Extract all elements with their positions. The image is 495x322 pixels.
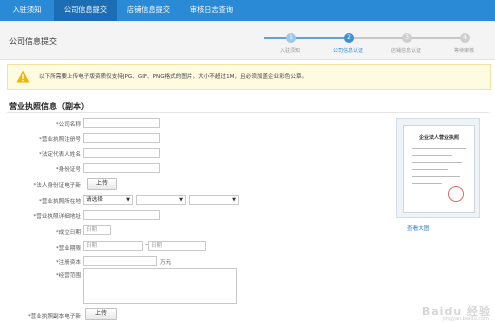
- step-1-marker: 1: [286, 33, 296, 43]
- tab-entry-notice[interactable]: 入驻须知: [0, 0, 54, 21]
- province-select-value: 请选择: [86, 197, 103, 203]
- chevron-down-icon: ▼: [179, 197, 183, 203]
- registered-capital-input[interactable]: [83, 256, 157, 266]
- established-date-input[interactable]: 日期: [83, 225, 111, 235]
- page-title: 公司信息提交: [9, 37, 57, 46]
- registered-capital-label: *注册资本: [55, 260, 81, 266]
- certificate-line: [412, 176, 460, 177]
- section-divider: [7, 112, 489, 113]
- certificate-line: [412, 148, 466, 149]
- legal-rep-input[interactable]: [83, 148, 160, 158]
- license-address-input[interactable]: [83, 210, 160, 220]
- certificate-line: [412, 183, 442, 184]
- step-3-label: 店铺信息认证: [391, 48, 422, 54]
- step-2-label: 公司信息认证: [333, 48, 364, 54]
- capital-unit: 万元: [160, 260, 172, 266]
- city-select[interactable]: ▼: [136, 195, 186, 205]
- license-sample-image[interactable]: 企业法人营业执照: [396, 118, 480, 218]
- certificate-title: 企业法人营业执照: [418, 135, 459, 141]
- upload-notice: 以下所需要上传电子版资质仅支持JPG、GIF、PNG格式的图片，大小不超过1M，…: [7, 64, 491, 90]
- license-location-label: *营业执照所在地: [39, 199, 81, 205]
- chevron-down-icon: ▼: [126, 197, 130, 203]
- section-title: 营业执照信息（副本）: [9, 102, 89, 111]
- term-end-input[interactable]: 日期: [148, 241, 206, 251]
- license-number-input[interactable]: [83, 133, 160, 143]
- id-number-input[interactable]: [83, 163, 160, 173]
- district-select[interactable]: ▼: [189, 195, 239, 205]
- seal-stamp: [448, 186, 464, 202]
- established-date-label: *成立日期: [55, 230, 81, 236]
- tab-store-info[interactable]: 店铺信息提交: [117, 0, 180, 21]
- company-name-label: *公司名称: [55, 122, 81, 128]
- business-scope-textarea[interactable]: [83, 268, 237, 304]
- warning-icon: [16, 70, 30, 83]
- certificate-line: [412, 155, 452, 156]
- license-copy-upload-button[interactable]: 上传: [85, 308, 117, 320]
- id-number-label: *身份证号: [55, 167, 81, 173]
- notice-text: 以下所需要上传电子版资质仅支持JPG、GIF、PNG格式的图片，大小不超过1M，…: [39, 74, 308, 80]
- business-term-label: *营业期限: [55, 246, 81, 252]
- license-copy-upload-label: *营业执照副本电子新: [27, 314, 81, 320]
- tab-review-log[interactable]: 审核日志查询: [180, 0, 243, 21]
- step-3-marker: 3: [402, 33, 412, 43]
- company-name-input[interactable]: [83, 118, 160, 128]
- province-select[interactable]: 请选择 ▼: [83, 195, 133, 205]
- chevron-down-icon: ▼: [232, 197, 236, 203]
- certificate-line: [412, 162, 462, 163]
- legal-rep-label: *法定代表人姓名: [39, 152, 81, 158]
- id-upload-label: *法人身份证电子新: [33, 183, 81, 189]
- term-start-input[interactable]: 日期: [83, 241, 143, 251]
- license-number-label: *营业执照注册号: [39, 137, 81, 143]
- id-upload-button[interactable]: 上传: [87, 178, 117, 190]
- certificate-preview: 企业法人营业执照: [403, 125, 475, 213]
- tab-company-info[interactable]: 公司信息提交: [54, 0, 117, 21]
- business-scope-label: *经营范围: [55, 273, 81, 279]
- watermark-url: jingyan.baidu.com: [442, 316, 489, 322]
- step-4-label: 等待审核: [454, 48, 475, 54]
- step-2-marker: 2: [344, 33, 354, 43]
- page-header: 公司信息提交 1 2 3 4 入驻须知 公司信息认证 店铺信息认证 等待审核: [0, 21, 495, 60]
- view-large-image-link[interactable]: 查看大图: [407, 224, 429, 232]
- step-1-label: 入驻须知: [280, 48, 301, 54]
- license-address-label: *营业执照详细地址: [33, 214, 81, 220]
- step-4-marker: 4: [460, 33, 470, 43]
- certificate-line: [412, 169, 448, 170]
- top-navigation: 入驻须知 公司信息提交 店铺信息提交 审核日志查询: [0, 0, 495, 21]
